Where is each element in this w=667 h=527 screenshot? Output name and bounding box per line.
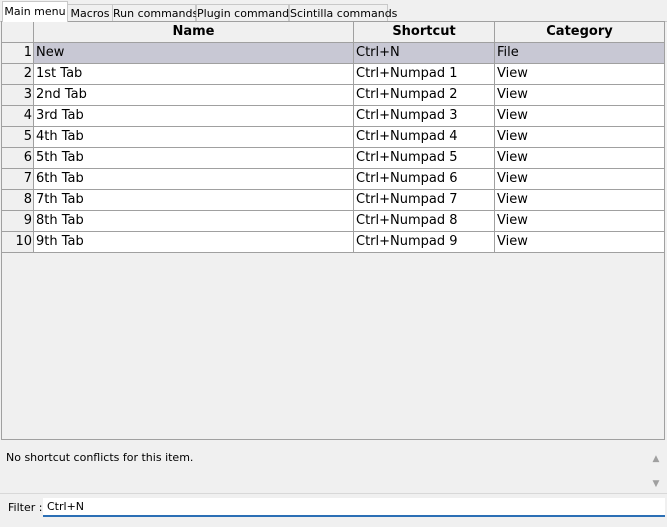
row-number[interactable]: 10 <box>2 232 34 253</box>
scroll-down-icon[interactable]: ▼ <box>650 478 662 490</box>
conflicts-info-box[interactable]: No shortcut conflicts for this item. ▲ ▼ <box>0 446 667 493</box>
cell-category[interactable]: View <box>495 127 664 148</box>
cell-name[interactable]: 9th Tab <box>34 232 354 253</box>
table-row[interactable]: 8 7th Tab Ctrl+Numpad 7 View <box>2 190 664 211</box>
tab-plugin-commands[interactable]: Plugin commands <box>196 4 295 21</box>
cell-name[interactable]: 7th Tab <box>34 190 354 211</box>
cell-shortcut[interactable]: Ctrl+Numpad 6 <box>354 169 495 190</box>
cell-shortcut[interactable]: Ctrl+Numpad 1 <box>354 64 495 85</box>
cell-category[interactable]: View <box>495 169 664 190</box>
tab-bar: Main menu Macros Run commands Plugin com… <box>0 0 667 22</box>
cell-shortcut[interactable]: Ctrl+N <box>354 43 495 64</box>
cell-name[interactable]: 8th Tab <box>34 211 354 232</box>
row-number[interactable]: 9 <box>2 211 34 232</box>
shortcut-grid[interactable]: Name Shortcut Category 1 New Ctrl+N File… <box>1 21 665 440</box>
column-header-name[interactable]: Name <box>34 22 354 43</box>
table-row[interactable]: 9 8th Tab Ctrl+Numpad 8 View <box>2 211 664 232</box>
grid-corner-cell[interactable] <box>2 22 34 43</box>
table-row[interactable]: 1 New Ctrl+N File <box>2 43 664 64</box>
cell-category[interactable]: View <box>495 232 664 253</box>
cell-name[interactable]: 2nd Tab <box>34 85 354 106</box>
cell-category[interactable]: File <box>495 43 664 64</box>
conflicts-message: No shortcut conflicts for this item. <box>6 451 194 464</box>
column-header-shortcut[interactable]: Shortcut <box>354 22 495 43</box>
table-row[interactable]: 10 9th Tab Ctrl+Numpad 9 View <box>2 232 664 253</box>
row-number[interactable]: 1 <box>2 43 34 64</box>
cell-shortcut[interactable]: Ctrl+Numpad 2 <box>354 85 495 106</box>
cell-shortcut[interactable]: Ctrl+Numpad 4 <box>354 127 495 148</box>
table-row[interactable]: 7 6th Tab Ctrl+Numpad 6 View <box>2 169 664 190</box>
column-header-category[interactable]: Category <box>495 22 664 43</box>
row-number[interactable]: 2 <box>2 64 34 85</box>
cell-shortcut[interactable]: Ctrl+Numpad 8 <box>354 211 495 232</box>
filter-label: Filter : <box>8 501 43 514</box>
cell-category[interactable]: View <box>495 190 664 211</box>
cell-name[interactable]: 1st Tab <box>34 64 354 85</box>
table-row[interactable]: 4 3rd Tab Ctrl+Numpad 3 View <box>2 106 664 127</box>
row-number[interactable]: 3 <box>2 85 34 106</box>
filter-input[interactable] <box>43 498 665 517</box>
row-number[interactable]: 4 <box>2 106 34 127</box>
table-row[interactable]: 6 5th Tab Ctrl+Numpad 5 View <box>2 148 664 169</box>
tab-main-menu[interactable]: Main menu <box>2 1 68 22</box>
row-number[interactable]: 8 <box>2 190 34 211</box>
info-divider <box>0 493 667 494</box>
cell-name[interactable]: 3rd Tab <box>34 106 354 127</box>
cell-name[interactable]: 6th Tab <box>34 169 354 190</box>
cell-name[interactable]: 4th Tab <box>34 127 354 148</box>
table-row[interactable]: 2 1st Tab Ctrl+Numpad 1 View <box>2 64 664 85</box>
tab-macros[interactable]: Macros <box>67 4 113 21</box>
cell-category[interactable]: View <box>495 106 664 127</box>
cell-category[interactable]: View <box>495 148 664 169</box>
row-number[interactable]: 5 <box>2 127 34 148</box>
cell-category[interactable]: View <box>495 85 664 106</box>
cell-shortcut[interactable]: Ctrl+Numpad 3 <box>354 106 495 127</box>
tab-run-commands[interactable]: Run commands <box>112 4 198 21</box>
cell-name[interactable]: 5th Tab <box>34 148 354 169</box>
tab-scintilla-commands[interactable]: Scintilla commands <box>289 4 397 21</box>
table-row[interactable]: 5 4th Tab Ctrl+Numpad 4 View <box>2 127 664 148</box>
cell-shortcut[interactable]: Ctrl+Numpad 9 <box>354 232 495 253</box>
cell-shortcut[interactable]: Ctrl+Numpad 5 <box>354 148 495 169</box>
cell-category[interactable]: View <box>495 211 664 232</box>
scroll-up-icon[interactable]: ▲ <box>650 453 662 465</box>
cell-category[interactable]: View <box>495 64 664 85</box>
row-number[interactable]: 6 <box>2 148 34 169</box>
row-number[interactable]: 7 <box>2 169 34 190</box>
grid-header-row: Name Shortcut Category <box>2 22 664 43</box>
cell-shortcut[interactable]: Ctrl+Numpad 7 <box>354 190 495 211</box>
table-row[interactable]: 3 2nd Tab Ctrl+Numpad 2 View <box>2 85 664 106</box>
cell-name[interactable]: New <box>34 43 354 64</box>
